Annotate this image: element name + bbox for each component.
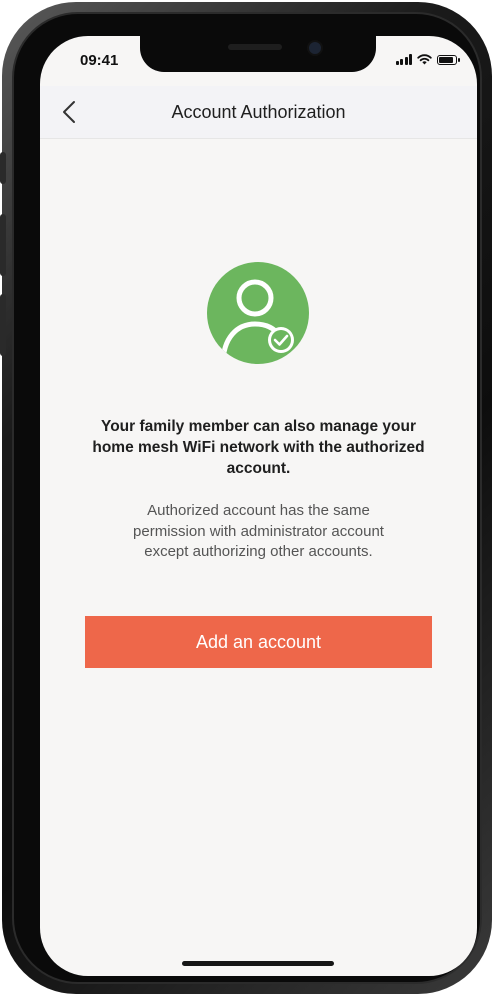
speaker-grille (228, 44, 282, 50)
user-check-icon (207, 262, 309, 364)
navigation-bar: Account Authorization (40, 86, 477, 139)
volume-up-button (0, 214, 6, 276)
add-account-button[interactable]: Add an account (85, 616, 432, 668)
secondary-line: except authorizing other accounts. (144, 543, 373, 560)
primary-line: home mesh WiFi network with the authoriz… (92, 439, 425, 456)
secondary-line: Authorized account has the same (147, 502, 370, 519)
volume-down-button (0, 294, 6, 356)
status-time: 09:41 (80, 52, 119, 69)
secondary-line: permission with administrator account (133, 522, 384, 540)
page-title: Account Authorization (171, 102, 346, 122)
primary-line: account. (226, 460, 291, 477)
battery-icon (437, 55, 460, 65)
primary-line: Your family member can also manage your (101, 418, 416, 435)
front-camera (307, 40, 323, 56)
home-indicator[interactable] (182, 961, 334, 966)
wifi-icon (417, 54, 432, 65)
app-screen: 09:41 Account Authorization Your family … (40, 36, 477, 976)
signal-icon (395, 54, 412, 65)
mute-switch (0, 152, 6, 184)
notch (140, 36, 376, 72)
primary-description: Your family member can also manage your … (54, 416, 463, 479)
secondary-description: Authorized account has the same permissi… (70, 501, 447, 563)
status-icons (395, 54, 460, 65)
